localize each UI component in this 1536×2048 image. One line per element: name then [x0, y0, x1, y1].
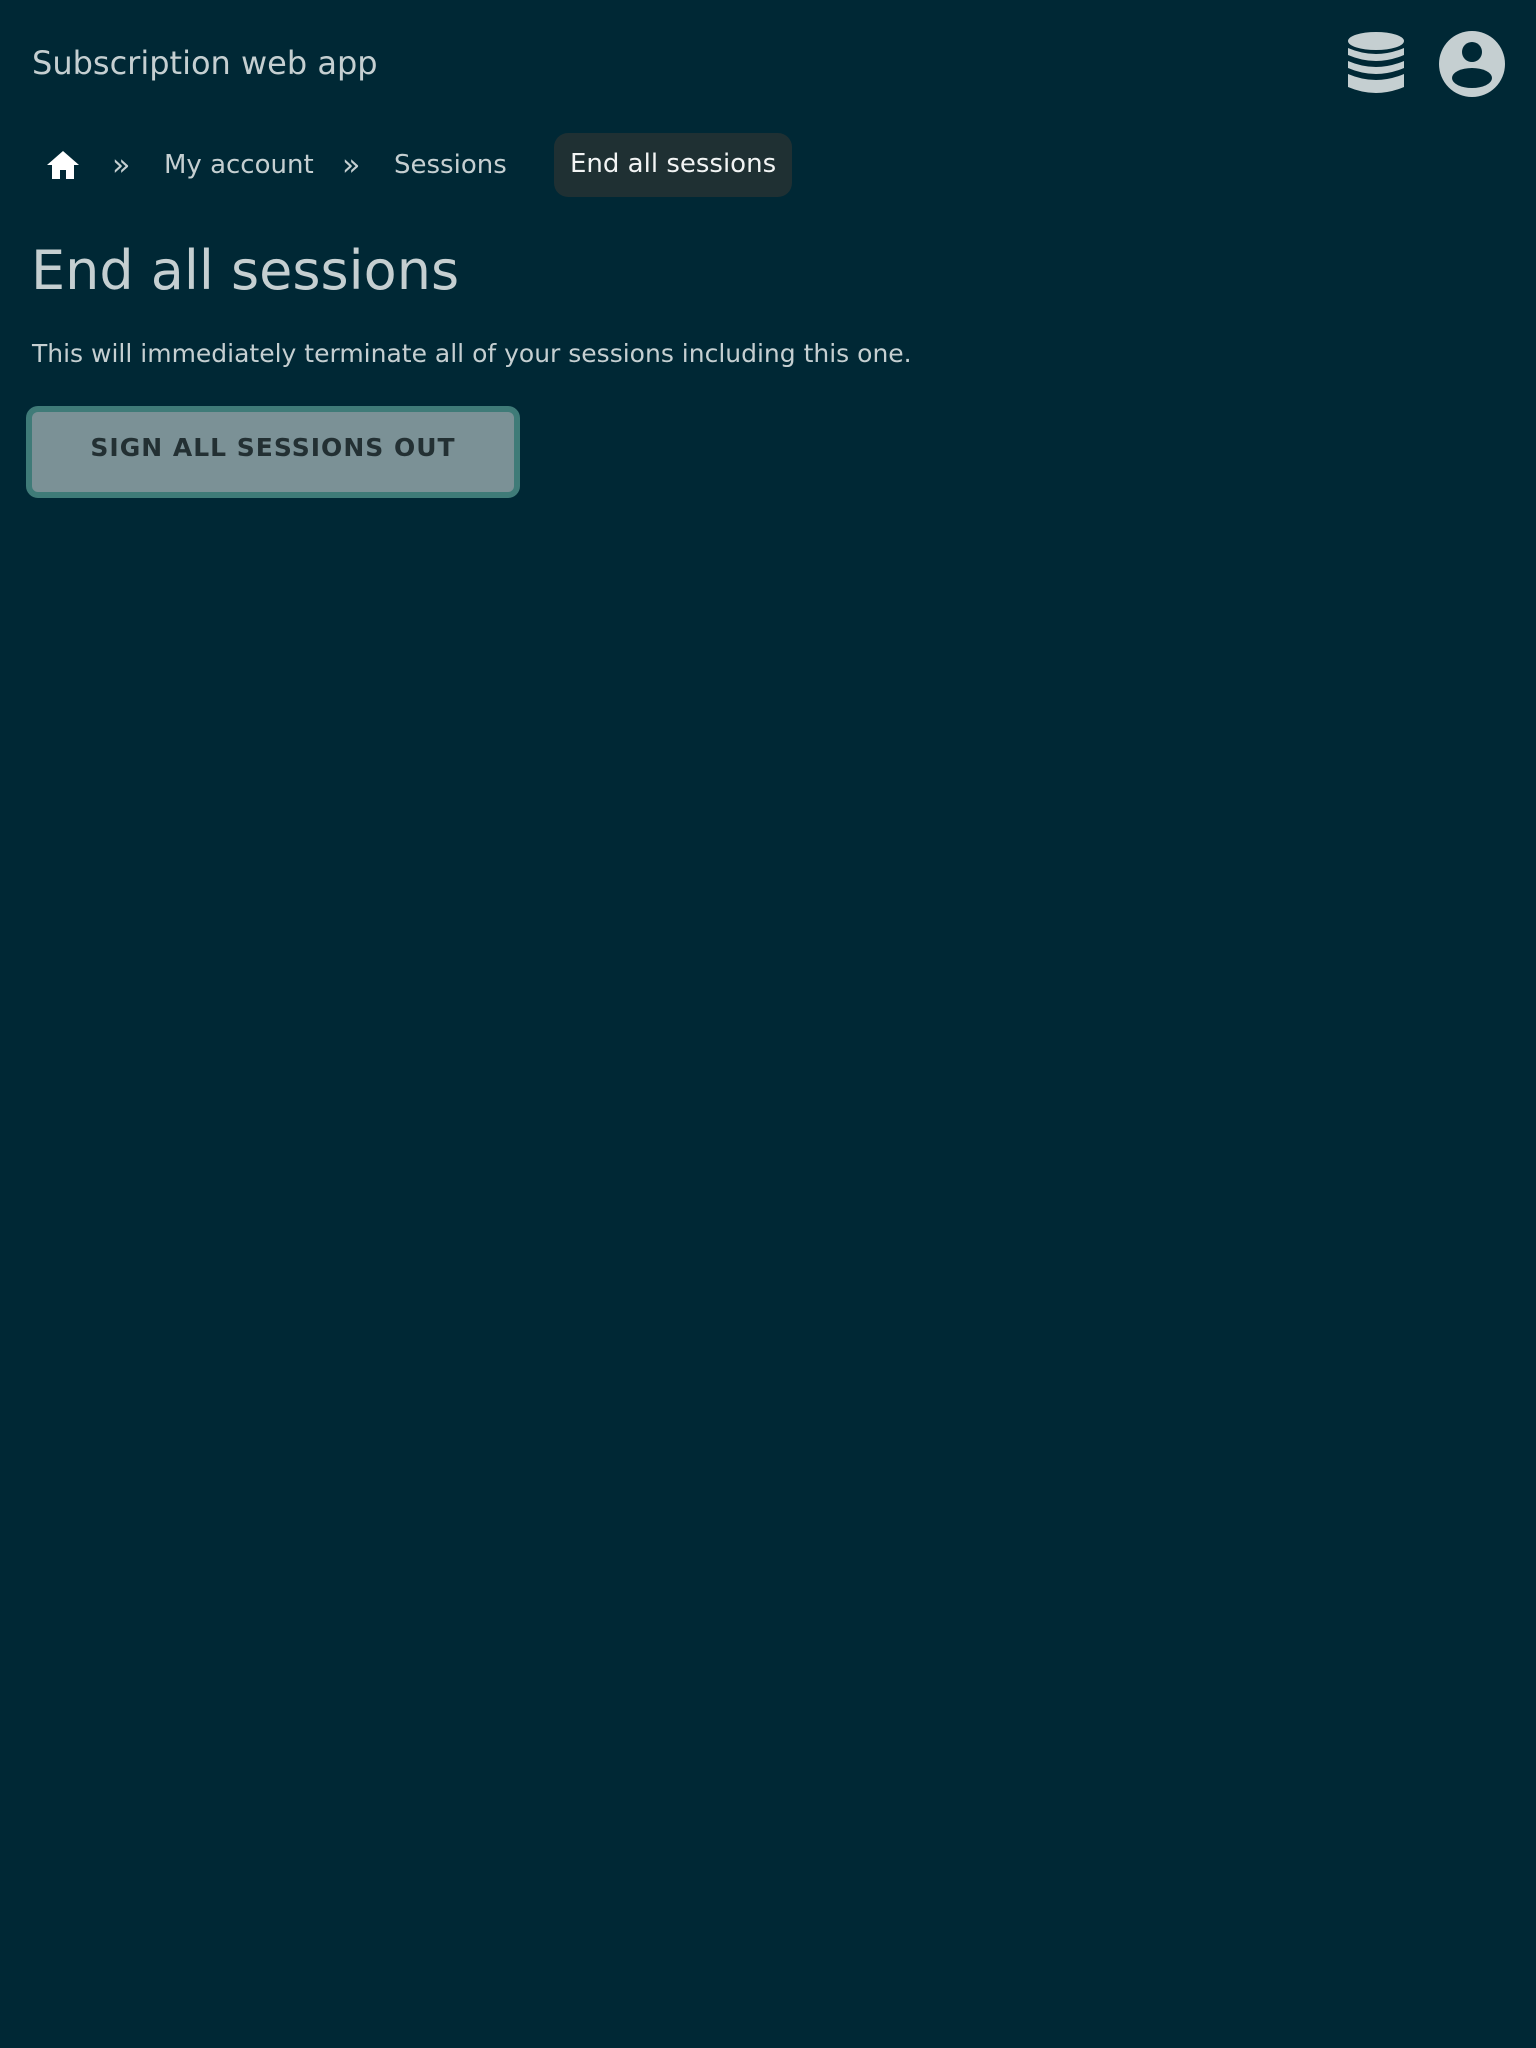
- breadcrumb-my-account[interactable]: My account: [164, 133, 314, 197]
- breadcrumb-separator: »: [112, 148, 131, 183]
- page-title: End all sessions: [31, 239, 460, 302]
- breadcrumb-current: End all sessions: [554, 133, 793, 197]
- database-icon-glyph: [1348, 32, 1404, 93]
- page-description: This will immediately terminate all of y…: [32, 339, 912, 368]
- user-circle-icon[interactable]: [1438, 30, 1506, 98]
- breadcrumb-sessions[interactable]: Sessions: [394, 133, 507, 197]
- database-icon[interactable]: [1346, 30, 1406, 98]
- breadcrumb-home[interactable]: [46, 133, 82, 197]
- home-icon: [47, 151, 79, 179]
- breadcrumb-separator: »: [342, 148, 361, 183]
- sign-all-sessions-out-button[interactable]: SIGN ALL SESSIONS OUT: [26, 406, 520, 498]
- breadcrumb: » My account » Sessions End all sessions: [32, 133, 1032, 197]
- app-title[interactable]: Subscription web app: [32, 41, 378, 85]
- user-circle-icon-glyph: [1439, 31, 1505, 97]
